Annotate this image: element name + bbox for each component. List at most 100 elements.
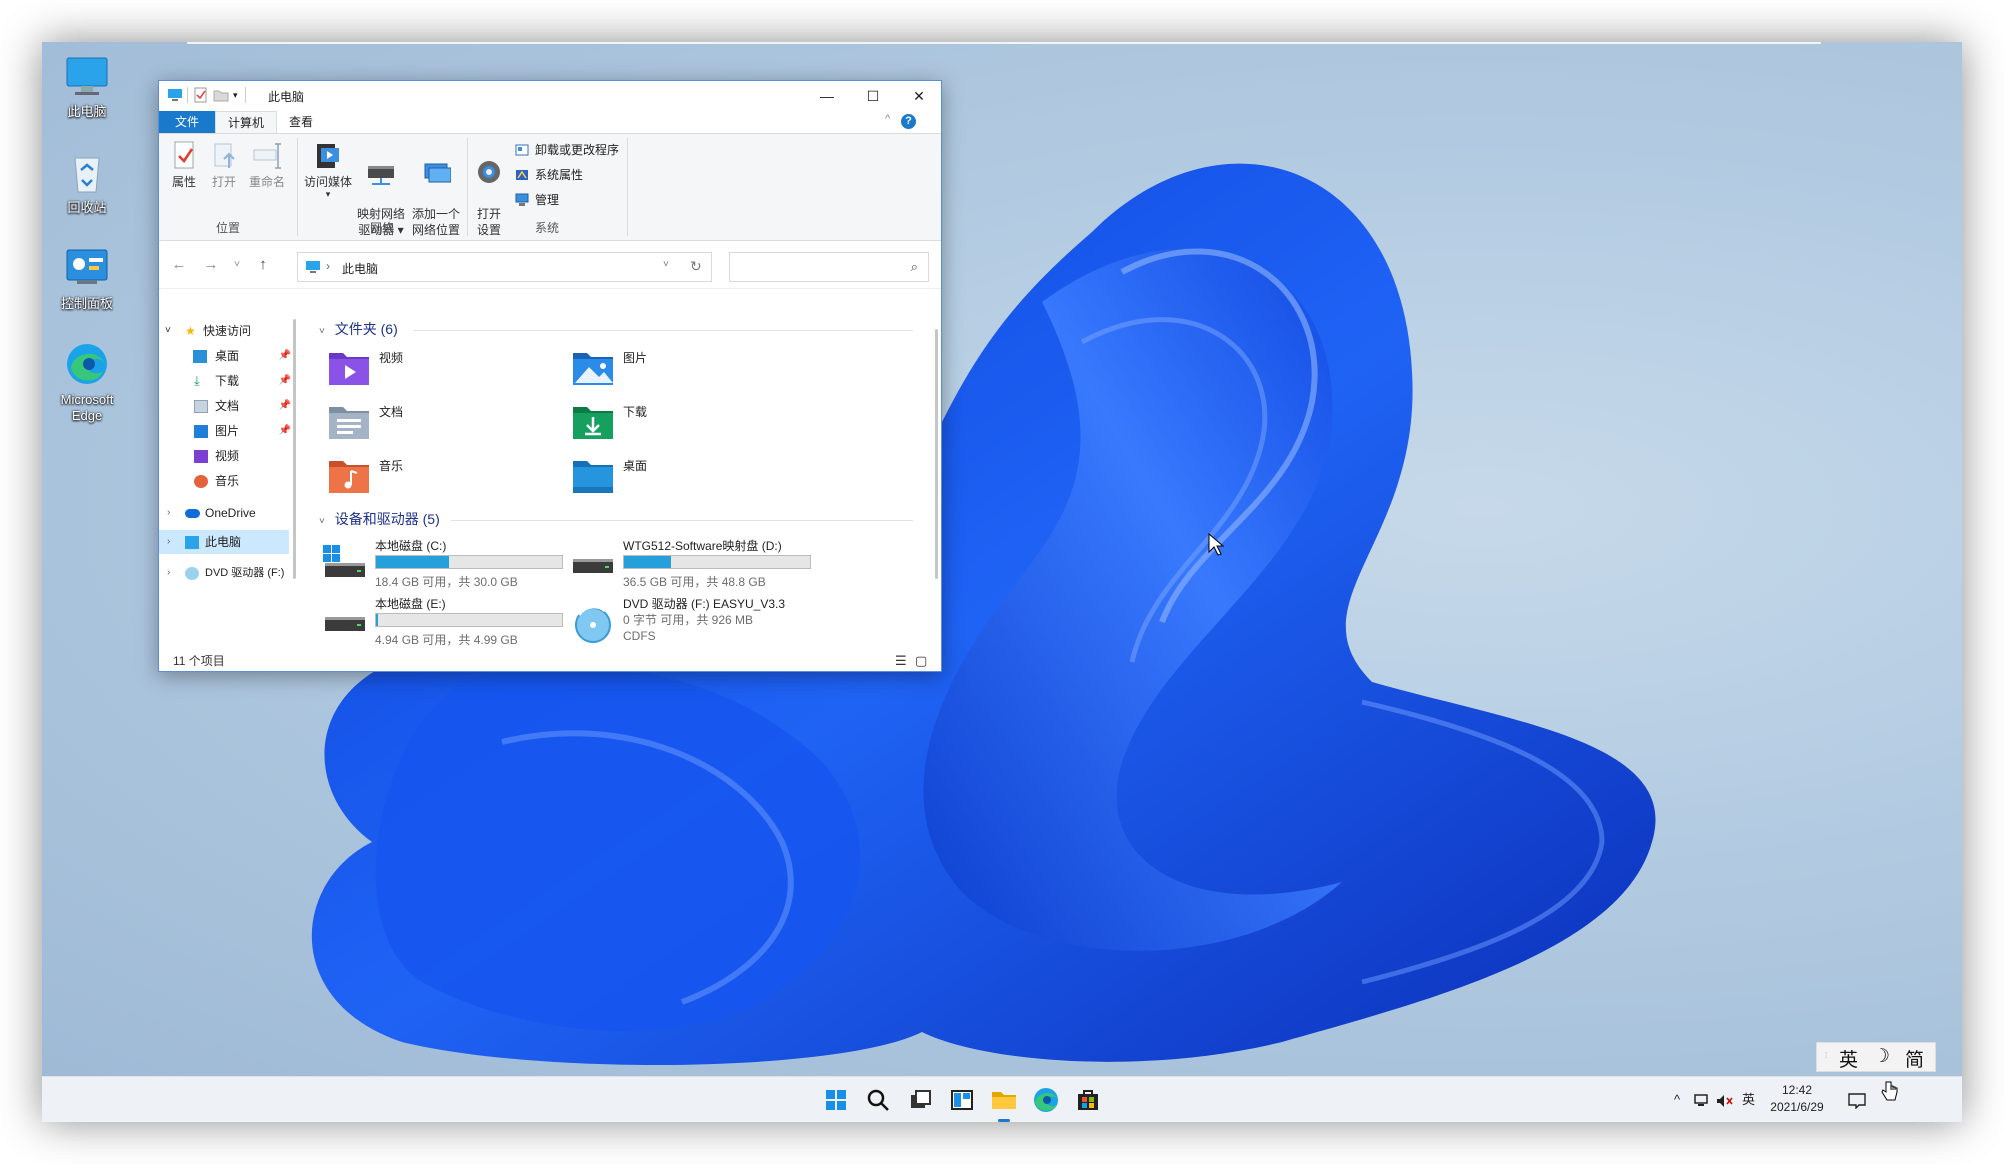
- edge-taskbar-button[interactable]: [1030, 1084, 1062, 1116]
- nav-this-pc[interactable]: › 此电脑: [159, 530, 289, 554]
- hard-drive-icon: [571, 545, 615, 581]
- maximize-button[interactable]: ☐: [850, 81, 896, 111]
- uninstall-programs-button[interactable]: 卸载或更改程序: [515, 140, 619, 160]
- folder-downloads[interactable]: 下载: [571, 401, 771, 445]
- desktop-icon-edge[interactable]: Microsoft Edge: [42, 340, 132, 424]
- properties-button[interactable]: 属性: [169, 140, 199, 190]
- time: 12:42: [1781, 1083, 1813, 1097]
- content-scrollbar[interactable]: [935, 329, 938, 579]
- store-taskbar-button[interactable]: [1072, 1084, 1104, 1116]
- input-language-indicator[interactable]: 英: [1742, 1077, 1755, 1122]
- this-pc-small-icon: [167, 87, 183, 103]
- title-bar[interactable]: ▾ 此电脑 — ☐ ✕: [159, 81, 941, 111]
- search-input[interactable]: ⌕: [729, 252, 929, 282]
- folder-music[interactable]: 音乐: [327, 455, 527, 499]
- recycle-bin-icon: [63, 148, 111, 196]
- programs-icon: [515, 143, 529, 157]
- nav-quick-access[interactable]: ˅ ★ 快速访问: [159, 319, 299, 343]
- documents-folder-icon: [327, 401, 371, 441]
- drive-f-dvd[interactable]: DVD 驱动器 (F:) EASYU_V3.3 0 字节 可用，共 926 MB…: [571, 595, 821, 651]
- access-media-button[interactable]: 访问媒体 ▾: [303, 140, 353, 199]
- minimize-button[interactable]: —: [804, 81, 850, 111]
- folders-section-header[interactable]: ˅ 文件夹 (6): [319, 319, 919, 339]
- breadcrumb-this-pc[interactable]: 此电脑: [342, 260, 378, 277]
- desktop-screen: 此电脑 回收站 控制面板 Microsoft Edge ▾ 此电脑 — ☐ ✕ …: [42, 42, 1962, 1122]
- nav-documents[interactable]: 文档 📌: [159, 394, 299, 418]
- large-icons-view-icon[interactable]: ▢: [915, 651, 927, 671]
- recent-locations-chevron-icon[interactable]: ˅: [227, 255, 247, 275]
- task-view-icon: [911, 1090, 931, 1108]
- music-folder-icon: [327, 455, 371, 495]
- group-label-network: 网络: [369, 221, 394, 235]
- hand-cursor-icon: [1880, 1080, 1898, 1107]
- control-panel-icon: [63, 244, 111, 292]
- expand-chevron-icon[interactable]: ›: [167, 501, 170, 525]
- rename-button[interactable]: 重命名: [247, 140, 287, 190]
- ime-grip-icon[interactable]: ⁞: [1825, 1051, 1827, 1060]
- tab-view[interactable]: 查看: [277, 111, 325, 133]
- close-button[interactable]: ✕: [896, 81, 942, 111]
- network-icon[interactable]: [1694, 1077, 1710, 1122]
- details-view-icon[interactable]: ☰: [895, 651, 907, 671]
- nav-onedrive[interactable]: › OneDrive: [159, 501, 299, 525]
- nav-desktop[interactable]: 桌面 📌: [159, 344, 299, 368]
- volume-muted-icon[interactable]: [1716, 1077, 1734, 1122]
- manage-icon: [515, 193, 529, 207]
- nav-dvd-drive[interactable]: › DVD 驱动器 (F:): [159, 561, 299, 585]
- quick-access-dropdown-icon[interactable]: ▾: [233, 87, 238, 103]
- file-explorer-taskbar-button[interactable]: [988, 1084, 1020, 1122]
- ime-language-toggle[interactable]: 英: [1839, 1045, 1858, 1072]
- nav-downloads[interactable]: ⤓ 下载 📌: [159, 369, 299, 393]
- collapse-chevron-icon[interactable]: ˅: [319, 326, 325, 337]
- desktop-icon-recycle-bin[interactable]: 回收站: [42, 148, 132, 216]
- start-button[interactable]: [820, 1084, 852, 1116]
- open-button[interactable]: 打开: [209, 140, 239, 190]
- desktop-folder-icon: [571, 455, 615, 495]
- manage-button[interactable]: 管理: [515, 190, 559, 210]
- nav-pictures[interactable]: 图片 📌: [159, 419, 299, 443]
- new-folder-quick-icon[interactable]: [213, 87, 229, 103]
- desktop-icon-label: 回收站: [67, 200, 107, 215]
- forward-arrow-icon[interactable]: →: [201, 255, 221, 275]
- help-icon[interactable]: ?: [901, 114, 916, 129]
- folder-documents[interactable]: 文档: [327, 401, 527, 445]
- desktop-icon-control-panel[interactable]: 控制面板: [42, 244, 132, 312]
- up-arrow-icon[interactable]: ↑: [253, 255, 273, 275]
- expand-chevron-icon[interactable]: ›: [167, 561, 170, 585]
- desktop-icon-this-pc[interactable]: 此电脑: [42, 52, 132, 120]
- moon-icon[interactable]: ☽: [1873, 1045, 1890, 1068]
- address-bar[interactable]: › 此电脑 ˅ ↻: [297, 252, 712, 282]
- expand-chevron-icon[interactable]: ˅: [165, 319, 171, 343]
- tab-computer[interactable]: 计算机: [215, 111, 278, 133]
- folder-videos[interactable]: 视频: [327, 347, 527, 391]
- back-arrow-icon[interactable]: ←: [169, 255, 189, 275]
- expand-chevron-icon[interactable]: ›: [167, 530, 170, 554]
- widgets-button[interactable]: [946, 1084, 978, 1116]
- address-dropdown-icon[interactable]: ˅: [663, 259, 669, 270]
- folder-desktop[interactable]: 桌面: [571, 455, 771, 499]
- folder-pictures[interactable]: 图片: [571, 347, 771, 391]
- status-bar: 11 个项目 ☰ ▢: [159, 651, 941, 671]
- drive-e[interactable]: 本地磁盘 (E:) 4.94 GB 可用，共 4.99 GB: [323, 595, 573, 651]
- ime-script-toggle[interactable]: 简: [1905, 1045, 1924, 1072]
- show-hidden-icons-chevron-icon[interactable]: ^: [1674, 1077, 1680, 1122]
- nav-music[interactable]: 音乐: [159, 469, 299, 493]
- clock[interactable]: 12:42 2021/6/29: [1766, 1077, 1828, 1122]
- task-view-button[interactable]: [904, 1084, 936, 1116]
- store-icon: [1078, 1090, 1098, 1110]
- system-properties-button[interactable]: 系统属性: [515, 165, 583, 185]
- nav-videos[interactable]: 视频: [159, 444, 299, 468]
- search-button[interactable]: [862, 1084, 894, 1116]
- refresh-icon[interactable]: ↻: [690, 258, 702, 275]
- drive-d[interactable]: WTG512-Software映射盘 (D:) 36.5 GB 可用，共 48.…: [571, 537, 821, 593]
- drives-section-header[interactable]: ˅ 设备和驱动器 (5): [319, 509, 919, 529]
- nav-scrollbar[interactable]: [293, 319, 296, 579]
- tab-file[interactable]: 文件: [159, 111, 215, 133]
- notification-center-button[interactable]: [1848, 1077, 1866, 1122]
- drive-c[interactable]: 本地磁盘 (C:) 18.4 GB 可用，共 30.0 GB: [323, 537, 573, 593]
- collapse-ribbon-icon[interactable]: ^: [885, 113, 890, 125]
- collapse-chevron-icon[interactable]: ˅: [319, 516, 325, 527]
- pin-icon: 📌: [278, 400, 291, 411]
- download-icon: ⤓: [194, 373, 200, 388]
- properties-quick-icon[interactable]: [193, 87, 209, 103]
